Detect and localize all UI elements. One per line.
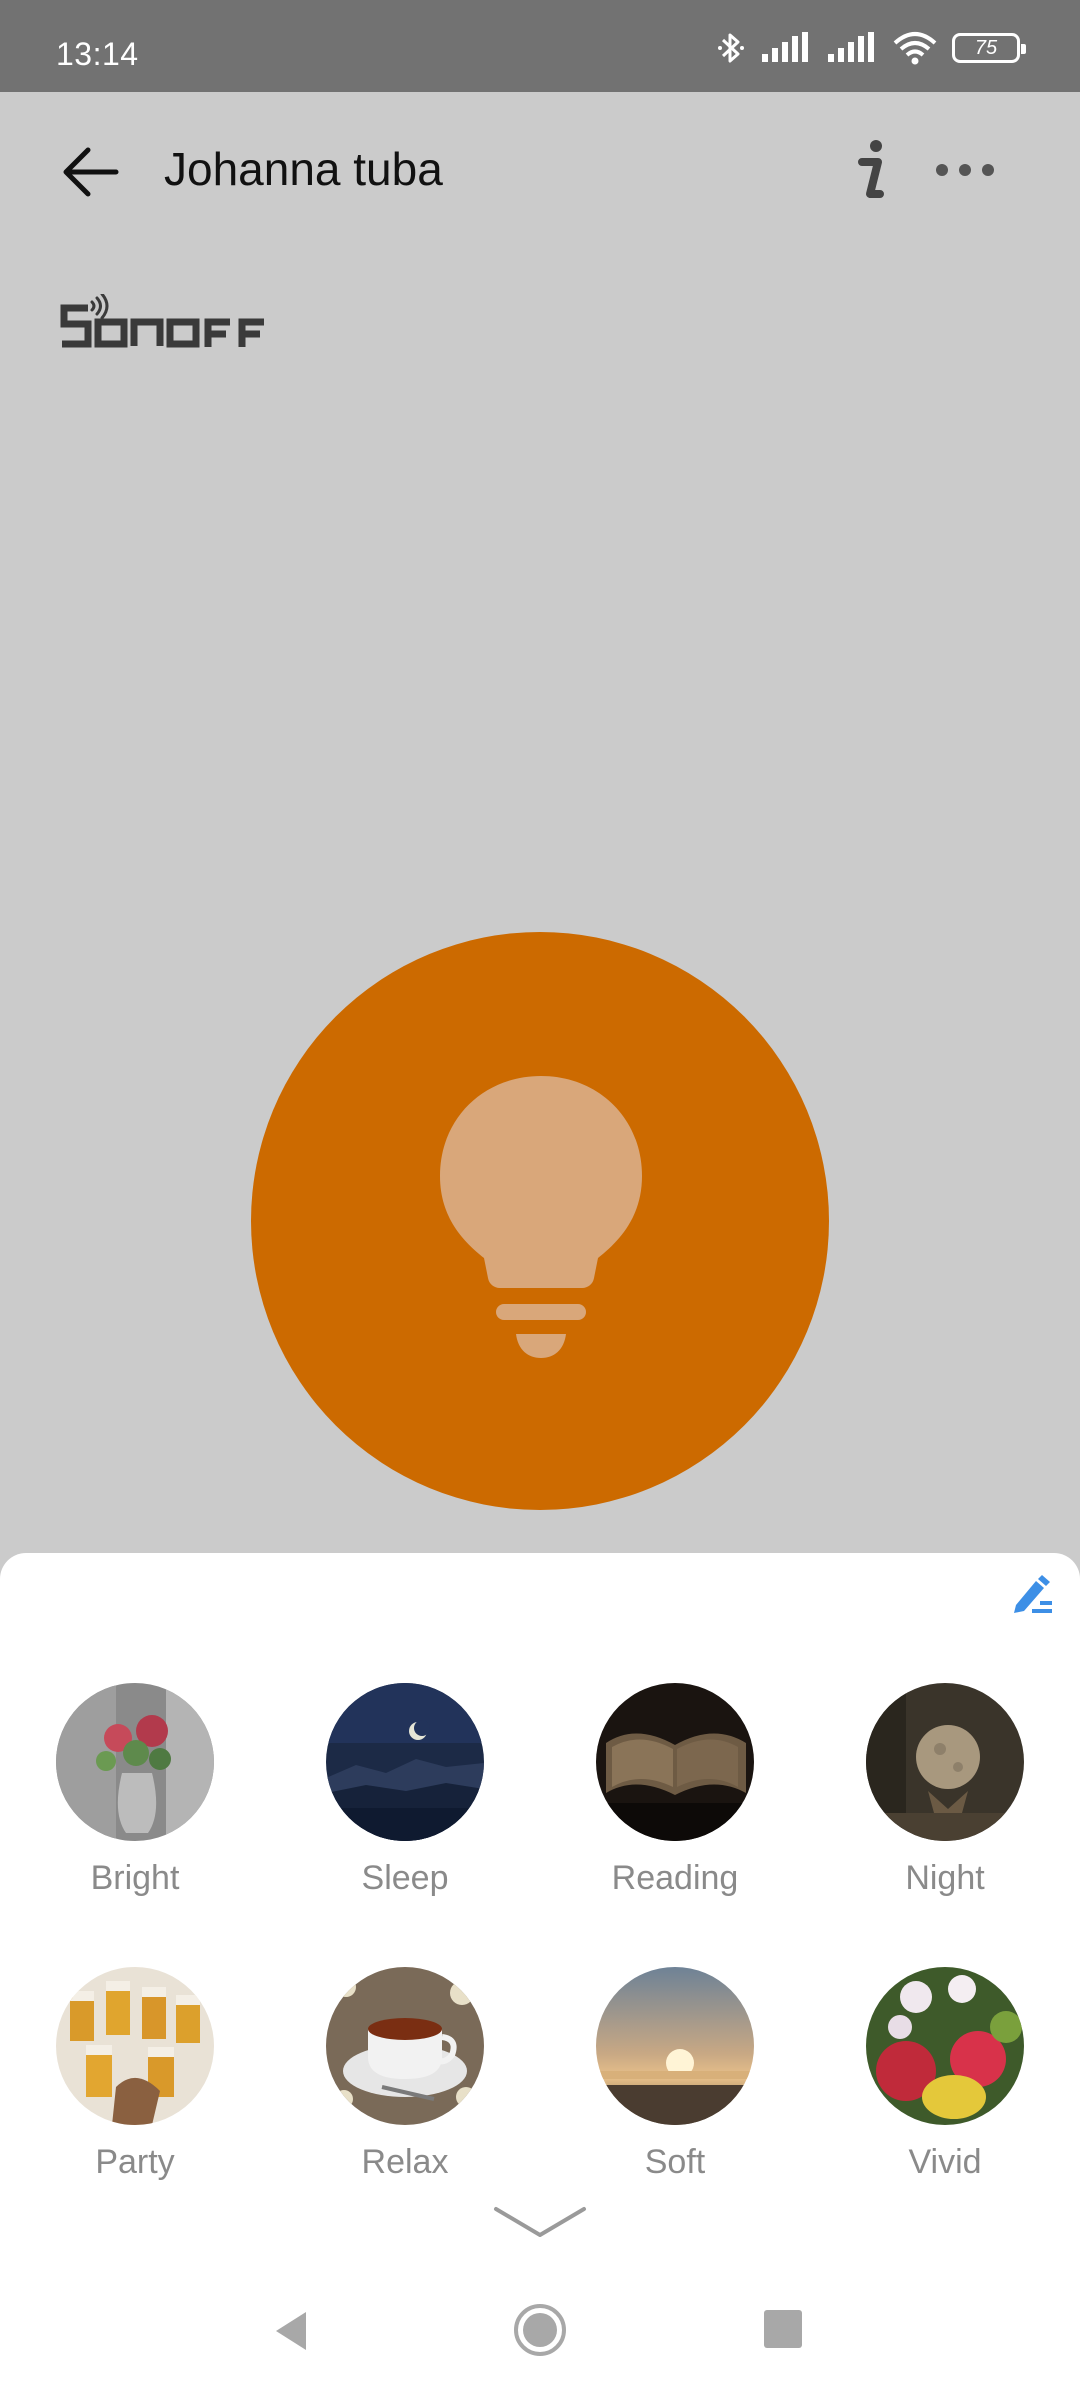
scene-sheet: Bright Sleep Reading Night Party Relax S… <box>0 1553 1080 2400</box>
scene-sleep-image <box>326 1683 484 1841</box>
scene-relax-label: Relax <box>361 2143 449 2181</box>
scene-relax[interactable]: Relax <box>295 1967 515 2182</box>
arrow-left-icon[interactable] <box>56 142 126 202</box>
nav-home-icon[interactable] <box>512 2302 568 2358</box>
info-icon[interactable] <box>848 138 892 202</box>
scene-party[interactable]: Party <box>25 1967 245 2182</box>
scene-vivid-image <box>866 1967 1024 2125</box>
scene-bright-image <box>56 1683 214 1841</box>
scene-soft-label: Soft <box>644 2143 706 2181</box>
more-horizontal-icon[interactable] <box>930 152 1000 188</box>
signal-icon <box>762 32 808 62</box>
scene-soft-image <box>596 1967 754 2125</box>
edit-pencil-icon[interactable] <box>1008 1571 1056 1619</box>
app-bar: Johanna tuba <box>0 92 1080 252</box>
scene-night-image <box>866 1683 1024 1841</box>
scene-sleep[interactable]: Sleep <box>295 1683 515 1898</box>
wifi-icon <box>893 32 937 65</box>
scene-vivid-label: Vivid <box>908 2143 982 2181</box>
battery-indicator: 75 <box>952 33 1026 63</box>
scene-relax-image <box>326 1967 484 2125</box>
signal-icon-2 <box>828 32 874 62</box>
power-toggle-button[interactable] <box>251 932 829 1510</box>
status-bar: 13:14 75 <box>0 0 1080 92</box>
scene-sleep-label: Sleep <box>361 1859 449 1897</box>
scene-party-image <box>56 1967 214 2125</box>
nav-back-icon[interactable] <box>268 2306 318 2356</box>
sonoff-logo <box>60 294 264 348</box>
chevron-down-icon[interactable] <box>492 2201 588 2253</box>
scene-bright[interactable]: Bright <box>25 1683 245 1898</box>
status-icons: 75 <box>716 30 1026 66</box>
nav-recent-apps-icon[interactable] <box>764 2310 802 2348</box>
scene-reading[interactable]: Reading <box>565 1683 785 1898</box>
scene-bright-label: Bright <box>90 1859 180 1897</box>
page-title: Johanna tuba <box>164 143 443 195</box>
scene-soft[interactable]: Soft <box>565 1967 785 2182</box>
scene-night-label: Night <box>905 1859 985 1897</box>
scene-party-label: Party <box>95 2143 175 2181</box>
scene-reading-label: Reading <box>611 1859 739 1897</box>
scene-reading-image <box>596 1683 754 1841</box>
scene-vivid[interactable]: Vivid <box>835 1967 1055 2182</box>
light-bulb-icon <box>440 1076 642 1358</box>
bluetooth-icon <box>718 33 744 63</box>
scene-night[interactable]: Night <box>835 1683 1055 1898</box>
status-time: 13:14 <box>56 36 139 72</box>
